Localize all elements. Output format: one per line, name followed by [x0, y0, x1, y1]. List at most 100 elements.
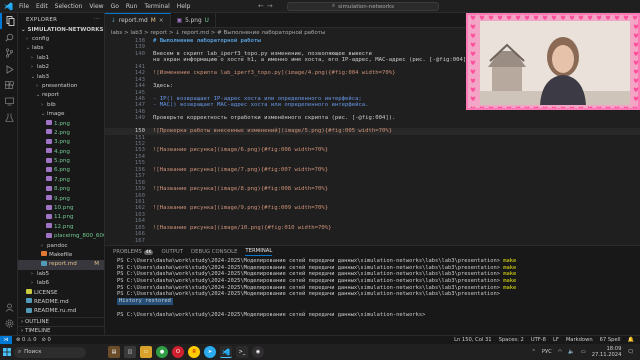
- explorer-icon[interactable]: [0, 13, 18, 29]
- menu-run[interactable]: Run: [126, 3, 138, 10]
- command-center-search[interactable]: ⌕ simulation-networks: [287, 2, 439, 11]
- line-content: Внесем в скрипт lab_iperf3_topo.py измен…: [153, 50, 372, 57]
- tree-item[interactable]: 6.png: [18, 166, 104, 175]
- tree-item[interactable]: 9.png: [18, 195, 104, 204]
- start-windows-icon[interactable]: [0, 344, 14, 360]
- tree-item[interactable]: 2.png: [18, 129, 104, 138]
- notification-center-icon[interactable]: 🗨: [627, 349, 634, 355]
- problems-status[interactable]: ⊗ 0 ⚠ 0: [16, 337, 37, 343]
- panel-tab-debug-console[interactable]: DEBUG CONSOLE: [191, 249, 237, 255]
- volume-icon[interactable]: 🔈: [568, 349, 574, 355]
- tree-item[interactable]: 10.png: [18, 204, 104, 213]
- menu-help[interactable]: Help: [177, 3, 191, 10]
- tree-item[interactable]: 4.png: [18, 148, 104, 157]
- tree-item[interactable]: Makefile: [18, 251, 104, 260]
- opera-icon[interactable]: O: [172, 346, 184, 358]
- tree-item[interactable]: ⌄ report: [18, 91, 104, 100]
- language-indicator[interactable]: РУС: [542, 349, 552, 355]
- clock[interactable]: 18:09 27.11.2024: [592, 346, 622, 358]
- line-ending[interactable]: LF: [553, 337, 559, 343]
- tree-item[interactable]: › lab2: [18, 63, 104, 72]
- menu-selection[interactable]: Selection: [55, 3, 83, 10]
- tree-item[interactable]: › lab6: [18, 279, 104, 288]
- tab-5-png[interactable]: ▣ 5.png U: [171, 13, 216, 28]
- tree-item[interactable]: 12.png: [18, 223, 104, 232]
- tree-item[interactable]: README.ru.md: [18, 307, 104, 316]
- tree-item[interactable]: 8.png: [18, 185, 104, 194]
- spell-check[interactable]: 67 Spell: [600, 337, 621, 343]
- menu-go[interactable]: Go: [111, 3, 119, 10]
- encoding[interactable]: UTF-8: [531, 337, 546, 343]
- source-control-icon[interactable]: [0, 45, 18, 61]
- cursor-position[interactable]: Ln 150, Col 31: [454, 337, 492, 343]
- menu-file[interactable]: File: [19, 3, 29, 10]
- tree-item[interactable]: placeimg_800_600_t...: [18, 232, 104, 241]
- license-file-icon: [26, 289, 32, 295]
- tray-chevron-icon[interactable]: ⌃: [532, 349, 536, 355]
- widgets-icon[interactable]: ▤: [108, 346, 120, 358]
- terminal-app-icon[interactable]: >_: [236, 346, 248, 358]
- panel-tab-output[interactable]: OUTPUT: [161, 249, 183, 255]
- tree-item[interactable]: › config: [18, 35, 104, 44]
- tree-item[interactable]: 5.png: [18, 157, 104, 166]
- tree-item[interactable]: ⌄ lab3: [18, 73, 104, 82]
- remote-explorer-icon[interactable]: [0, 93, 18, 109]
- ports-status[interactable]: ⊘ 0: [42, 337, 51, 343]
- task-view-icon[interactable]: ◫: [124, 346, 136, 358]
- menu-edit[interactable]: Edit: [36, 3, 48, 10]
- vscode-taskbar-icon[interactable]: [220, 346, 232, 358]
- panel-tab-terminal[interactable]: TERMINAL: [245, 248, 273, 256]
- forward-arrow-icon[interactable]: →: [267, 2, 276, 10]
- timeline-section[interactable]: › TIMELINE: [18, 326, 104, 335]
- heart-decoration: [633, 87, 638, 92]
- notifications-bell-icon[interactable]: 🔔: [628, 337, 634, 343]
- extensions-icon[interactable]: [0, 77, 18, 93]
- tree-item[interactable]: README.md: [18, 298, 104, 307]
- run-debug-icon[interactable]: [0, 61, 18, 77]
- workspace-root[interactable]: ⌄ SIMULATION-NETWORKS: [18, 26, 104, 35]
- more-actions-icon[interactable]: ···: [94, 16, 100, 22]
- heart-decoration: [633, 69, 638, 74]
- chrome-icon[interactable]: ●: [156, 346, 168, 358]
- tree-item[interactable]: › lab5: [18, 270, 104, 279]
- testing-icon[interactable]: [0, 109, 18, 125]
- breadcrumb[interactable]: labs > lab3 > report > ↓ report.md > # В…: [105, 28, 465, 38]
- tree-item[interactable]: › lab1: [18, 54, 104, 63]
- obs-icon[interactable]: ◉: [252, 346, 264, 358]
- heart-decoration: [542, 15, 548, 20]
- terminal-output[interactable]: PS C:\Users\dasha\work\study\2024-2025\М…: [105, 258, 640, 318]
- terminal-line: PS C:\Users\dasha\work\study\2024-2025\М…: [117, 285, 640, 292]
- language-mode[interactable]: Markdown: [566, 337, 593, 343]
- menu-view[interactable]: View: [89, 3, 103, 10]
- tree-item[interactable]: 7.png: [18, 176, 104, 185]
- tree-item[interactable]: ⌄ image: [18, 110, 104, 119]
- telegram-icon[interactable]: ➤: [204, 346, 216, 358]
- tab-report-md[interactable]: ↓ report.md M ×: [105, 13, 171, 28]
- panel-tab-problems[interactable]: PROBLEMS 4K: [113, 249, 154, 255]
- yandex-browser-icon[interactable]: Я: [188, 346, 200, 358]
- heart-decoration: [506, 15, 512, 20]
- file-tree: › config ⌄ labs › lab1 › lab2 ⌄ lab3 › presentation…: [18, 35, 104, 317]
- tree-item[interactable]: LICENSE: [18, 289, 104, 298]
- back-arrow-icon[interactable]: ←: [258, 2, 267, 10]
- manage-gear-icon[interactable]: [0, 315, 18, 331]
- tree-item[interactable]: › presentation: [18, 82, 104, 91]
- tree-item[interactable]: report.md M: [18, 260, 104, 270]
- menu-terminal[interactable]: Terminal: [144, 3, 169, 10]
- tree-item[interactable]: 11.png: [18, 213, 104, 222]
- tree-item[interactable]: 3.png: [18, 138, 104, 147]
- tree-item[interactable]: ⌄ labs: [18, 44, 104, 53]
- tree-item[interactable]: 1.png: [18, 120, 104, 129]
- outline-section[interactable]: › OUTLINE: [18, 317, 104, 326]
- battery-icon[interactable]: ▭: [581, 349, 586, 355]
- tree-item-label: 6.png: [54, 167, 70, 174]
- tree-item[interactable]: › pandoc: [18, 242, 104, 251]
- account-icon[interactable]: [0, 299, 18, 315]
- file-explorer-icon[interactable]: ▭: [140, 346, 152, 358]
- tree-item[interactable]: › bib: [18, 101, 104, 110]
- wifi-icon[interactable]: ◠: [558, 349, 563, 355]
- taskbar-search[interactable]: ⌕ Поиск: [14, 346, 86, 358]
- close-icon[interactable]: ×: [159, 18, 164, 24]
- indentation[interactable]: Spaces: 2: [499, 337, 524, 343]
- search-view-icon[interactable]: [0, 29, 18, 45]
